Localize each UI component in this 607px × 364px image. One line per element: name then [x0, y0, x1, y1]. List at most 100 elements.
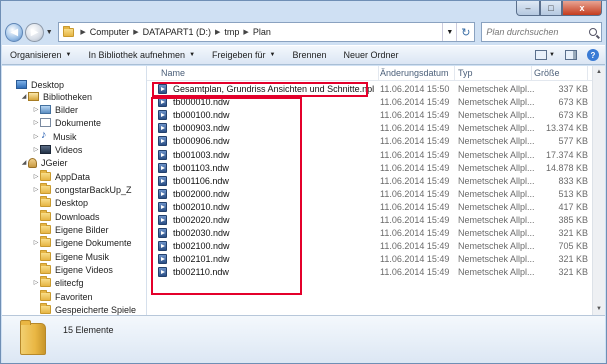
- nav-item-favorites[interactable]: Favoriten: [32, 290, 93, 303]
- file-size: 513 KB: [558, 188, 588, 199]
- address-dropdown-button[interactable]: ▼: [442, 23, 456, 41]
- nav-item-label: Dokumente: [55, 117, 102, 128]
- file-list: Name Änderungsdatum Typ Größe Gesamtplan…: [147, 66, 605, 315]
- folder-icon: [40, 170, 51, 181]
- forward-arrow-icon: ▶: [30, 26, 39, 38]
- organize-label: Organisieren: [10, 50, 62, 60]
- navigation-pane: Desktop ◢ Bibliotheken ▷ Bilder ▷ Dokume…: [2, 66, 147, 315]
- file-type: Nemetschek Allpl...: [458, 175, 535, 186]
- include-library-button[interactable]: In Bibliothek aufnehmen ▼: [88, 50, 195, 60]
- breadcrumb-tmp[interactable]: tmp: [224, 27, 239, 37]
- file-type: Nemetschek Allpl...: [458, 188, 535, 199]
- organize-button[interactable]: Organisieren ▼: [10, 50, 71, 60]
- folder-icon: [40, 290, 51, 301]
- new-folder-button[interactable]: Neuer Ordner: [344, 50, 399, 60]
- file-date: 11.06.2014 15:49: [380, 123, 450, 134]
- chevron-down-icon[interactable]: ▼: [549, 52, 555, 58]
- search-input[interactable]: [486, 27, 587, 37]
- address-bar[interactable]: ▶ Computer ▶ DATAPART1 (D:) ▶ tmp ▶ Plan…: [58, 22, 476, 42]
- nav-item-congstar-backup[interactable]: ▷ congstarBackUp_Z: [32, 183, 132, 196]
- navigation-bar: ◀ ▶ ▼ ▶ Computer ▶ DATAPART1 (D:) ▶ tmp …: [5, 21, 602, 43]
- nav-item-label: Gespeicherte Spiele: [55, 304, 137, 315]
- file-type: Nemetschek Allpl...: [458, 267, 535, 278]
- desktop-icon: [16, 80, 27, 89]
- nav-item-user[interactable]: ◢ JGeier: [20, 156, 68, 169]
- view-controls: ▼ ?: [525, 49, 599, 61]
- nav-item-saved-games[interactable]: Gespeicherte Spiele: [32, 303, 136, 315]
- folder-icon: [40, 210, 51, 221]
- nav-item-music[interactable]: ▷ Musik: [32, 129, 77, 143]
- chevron-right-icon[interactable]: ▶: [243, 28, 248, 36]
- maximize-button[interactable]: □: [540, 1, 562, 16]
- folder-icon: [40, 276, 51, 287]
- file-type: Nemetschek Allpl...: [458, 123, 535, 134]
- share-button[interactable]: Freigeben für ▼: [212, 50, 275, 60]
- minimize-button[interactable]: –: [516, 1, 540, 16]
- nav-item-elitecfg[interactable]: ▷ elitecfg: [32, 276, 84, 289]
- nav-item-appdata[interactable]: ▷ AppData: [32, 170, 90, 183]
- search-icon[interactable]: [589, 28, 597, 36]
- expand-arrow-icon[interactable]: ▷: [32, 279, 40, 286]
- chevron-right-icon[interactable]: ▶: [80, 28, 85, 36]
- folder-icon: [20, 320, 46, 355]
- expand-arrow-icon[interactable]: ▷: [32, 186, 40, 193]
- nav-item-downloads[interactable]: Downloads: [32, 210, 100, 223]
- nav-item-label: Desktop: [31, 79, 65, 90]
- column-header-type[interactable]: Typ: [458, 68, 473, 78]
- expand-arrow-icon[interactable]: ▷: [32, 173, 40, 180]
- file-type: Nemetschek Allpl...: [458, 254, 535, 265]
- column-header-name[interactable]: Name: [161, 68, 185, 78]
- expand-arrow-icon[interactable]: ▷: [32, 239, 40, 246]
- nav-item-my-documents[interactable]: ▷ Eigene Dokumente: [32, 236, 132, 249]
- nav-item-videos[interactable]: ▷ Videos: [32, 143, 83, 156]
- file-size: 705 KB: [558, 241, 588, 252]
- chevron-right-icon[interactable]: ▶: [133, 28, 138, 36]
- chevron-right-icon[interactable]: ▶: [215, 28, 220, 36]
- back-button[interactable]: ◀: [5, 22, 24, 42]
- recent-pages-dropdown[interactable]: ▼: [46, 29, 56, 36]
- breadcrumb-computer[interactable]: Computer: [90, 27, 130, 37]
- collapse-arrow-icon[interactable]: ◢: [20, 93, 28, 100]
- nav-item-libraries[interactable]: ◢ Bibliotheken: [20, 90, 92, 103]
- details-pane: 15 Elemente: [2, 315, 605, 363]
- nav-item-pictures[interactable]: ▷ Bilder: [32, 103, 78, 116]
- column-headers: Name Änderungsdatum Typ Größe: [147, 66, 605, 81]
- burn-button[interactable]: Brennen: [293, 50, 327, 60]
- help-icon[interactable]: ?: [587, 49, 599, 61]
- expand-arrow-icon[interactable]: ▷: [32, 119, 40, 126]
- scroll-down-icon[interactable]: ▼: [593, 303, 605, 315]
- documents-icon: [40, 118, 51, 127]
- nav-item-label: Videos: [55, 144, 83, 155]
- expand-arrow-icon[interactable]: ▷: [32, 146, 40, 153]
- file-type: Nemetschek Allpl...: [458, 84, 535, 94]
- close-button[interactable]: x: [562, 1, 602, 16]
- expand-arrow-icon[interactable]: ▷: [32, 106, 40, 113]
- column-header-size[interactable]: Größe: [534, 68, 560, 78]
- collapse-arrow-icon[interactable]: ◢: [20, 159, 28, 166]
- column-header-date[interactable]: Änderungsdatum: [380, 68, 449, 78]
- preview-pane-icon[interactable]: [565, 50, 577, 60]
- scroll-up-icon[interactable]: ▲: [593, 66, 605, 78]
- refresh-button[interactable]: ↻: [456, 23, 474, 41]
- breadcrumb-plan[interactable]: Plan: [253, 27, 271, 37]
- file-size: 14.878 KB: [545, 162, 588, 173]
- nav-item-documents[interactable]: ▷ Dokumente: [32, 116, 101, 129]
- file-size: 673 KB: [558, 97, 588, 108]
- expand-arrow-icon[interactable]: ▷: [32, 133, 40, 140]
- library-icon: [28, 92, 39, 101]
- file-size: 417 KB: [558, 201, 588, 212]
- vertical-scrollbar[interactable]: ▲ ▼: [592, 66, 605, 315]
- window-controls: – □ x: [516, 1, 602, 17]
- nav-item-my-music[interactable]: Eigene Musik: [32, 250, 109, 263]
- change-view-icon[interactable]: [535, 50, 548, 60]
- nav-item-user-desktop[interactable]: Desktop: [32, 196, 88, 209]
- breadcrumb-drive[interactable]: DATAPART1 (D:): [143, 27, 211, 37]
- file-type: Nemetschek Allpl...: [458, 215, 535, 225]
- forward-button[interactable]: ▶: [25, 22, 44, 42]
- file-size: 385 KB: [558, 215, 588, 225]
- nav-item-my-pictures[interactable]: Eigene Bilder: [32, 223, 109, 236]
- folder-icon: [40, 263, 51, 274]
- file-type: Nemetschek Allpl...: [458, 97, 535, 108]
- nav-item-my-videos[interactable]: Eigene Videos: [32, 263, 113, 276]
- search-box[interactable]: [481, 22, 602, 42]
